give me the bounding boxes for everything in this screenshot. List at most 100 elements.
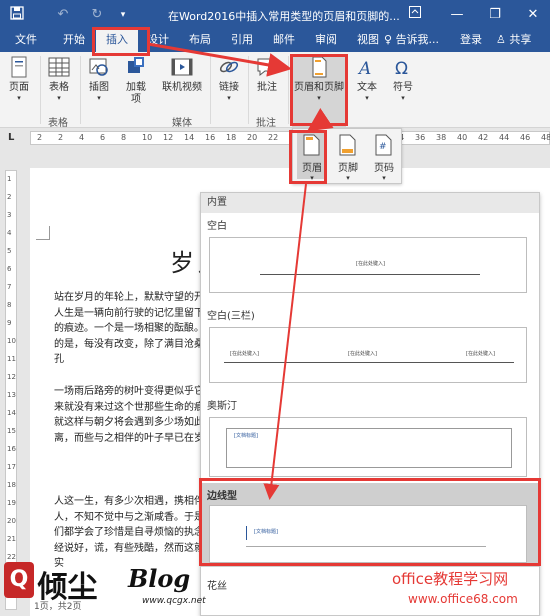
vertical-ruler[interactable]: 123456789101112131415161718192021222324 xyxy=(0,150,24,616)
group-label-media: 媒体 xyxy=(172,118,192,129)
gallery-item-label: 奥斯汀 xyxy=(207,401,237,412)
vruler-tick: 12 xyxy=(7,373,16,381)
group-separator xyxy=(80,56,81,124)
vruler-tick: 1 xyxy=(7,175,12,183)
symbols-button[interactable]: Ω 符号 ▾ xyxy=(388,55,418,102)
ruler-tick: 44 xyxy=(499,133,510,142)
tab-review[interactable]: 审阅 xyxy=(312,30,340,52)
restore-icon[interactable]: ❐ xyxy=(484,4,506,26)
group-separator xyxy=(288,56,289,124)
vruler-tick: 21 xyxy=(7,535,16,543)
ruler-tick: 2 xyxy=(58,133,64,142)
tab-view[interactable]: 视图 xyxy=(354,30,382,52)
window-title: 在Word2016中插入常用类型的页眉和页脚的... xyxy=(168,10,400,23)
vruler-tick: 7 xyxy=(7,283,12,291)
link-icon xyxy=(219,61,239,73)
tab-home[interactable]: 开始 xyxy=(60,30,88,52)
table-button[interactable]: 表格 ▾ xyxy=(44,55,74,102)
ruler-tick: 38 xyxy=(436,133,447,142)
gallery-item-label: 花丝 xyxy=(207,581,227,592)
blog-url: www.qcgx.net xyxy=(142,596,206,606)
brand-watermark: Q 倾尘 xyxy=(4,562,98,606)
minimize-icon[interactable]: — xyxy=(446,4,468,26)
tab-selector-icon[interactable]: L xyxy=(8,132,14,143)
links-button[interactable]: 链接 ▾ xyxy=(214,55,244,102)
highlight-insert-tab xyxy=(92,27,150,56)
text-button[interactable]: A 文本 ▾ xyxy=(352,55,382,102)
tab-mailings[interactable]: 邮件 xyxy=(270,30,298,52)
text-icon: A xyxy=(357,59,371,79)
ruler-tick: 14 xyxy=(184,133,195,142)
lightbulb-icon: ♀ xyxy=(384,33,393,46)
svg-text:Ω: Ω xyxy=(395,59,408,79)
vruler-tick: 22 xyxy=(7,553,16,561)
ribbon-tabs: 文件 开始 插入 设计 布局 引用 邮件 审阅 视图 ♀ 告诉我... 登录 ♙… xyxy=(0,30,550,52)
paragraph: 一场雨后路旁的树叶变得更似乎它们从来就没有来过这个世那些生命的痕迹，就这样与朝夕… xyxy=(54,386,224,444)
gallery-item-blank-three-column[interactable]: [在此处键入] [在此处键入] [在此处键入] xyxy=(209,327,527,383)
vruler-tick: 18 xyxy=(7,481,16,489)
save-icon[interactable] xyxy=(8,6,26,24)
margin-corner-mark xyxy=(36,226,50,240)
tab-layout[interactable]: 布局 xyxy=(186,30,214,52)
tell-me-label: 告诉我... xyxy=(395,33,440,46)
illustrations-button[interactable]: 插图 ▾ xyxy=(84,55,114,102)
vruler-tick: 3 xyxy=(7,211,12,219)
ruler-tick: 22 xyxy=(268,133,279,142)
gallery-item-austin[interactable]: [文档标题] xyxy=(209,417,527,477)
redo-icon[interactable]: ↻ xyxy=(88,6,106,24)
ruler-tick: 18 xyxy=(226,133,237,142)
ruler-tick: 2 xyxy=(37,133,43,142)
online-video-button[interactable]: 联机视频 xyxy=(158,55,206,94)
gallery-item-blank[interactable]: [在此处键入] xyxy=(209,237,527,293)
ruler-tick: 6 xyxy=(100,133,106,142)
horizontal-ruler[interactable]: L 22468101214161820222426283032343638404… xyxy=(0,128,550,150)
group-separator xyxy=(248,56,249,124)
ribbon-display-icon[interactable] xyxy=(404,4,426,26)
share-button[interactable]: ♙ 共享 xyxy=(496,30,531,52)
highlight-header-button xyxy=(289,130,327,184)
ruler-tick: 10 xyxy=(142,133,153,142)
vruler-tick: 11 xyxy=(7,355,16,363)
vruler-tick: 14 xyxy=(7,409,16,417)
austin-frame xyxy=(226,428,512,468)
person-icon: ♙ xyxy=(496,33,506,46)
header-rule xyxy=(224,362,514,363)
share-label: 共享 xyxy=(509,33,532,46)
group-label-table: 表格 xyxy=(48,118,68,129)
blog-watermark: Blog xyxy=(128,564,191,593)
tab-references[interactable]: 引用 xyxy=(228,30,256,52)
svg-text:#: # xyxy=(379,142,387,152)
comment-button[interactable]: + 批注 xyxy=(252,55,282,94)
page-number-button[interactable]: # 页码 ▾ xyxy=(369,133,399,182)
omega-icon: Ω xyxy=(395,59,408,79)
ruler-tick: 48 xyxy=(541,133,550,142)
login-link[interactable]: 登录 xyxy=(460,30,482,52)
add-ins-icon xyxy=(128,57,144,73)
comment-icon: + xyxy=(257,58,279,77)
highlight-header-footer-button xyxy=(290,54,348,126)
tab-file[interactable]: 文件 xyxy=(12,30,40,52)
customize-quick-access-icon[interactable]: ▾ xyxy=(114,6,132,24)
svg-text:+: + xyxy=(271,59,279,69)
illustrations-icon xyxy=(89,58,108,76)
vruler-tick: 20 xyxy=(7,517,16,525)
vruler-tick: 4 xyxy=(7,229,12,237)
tell-me-box[interactable]: ♀ 告诉我... xyxy=(384,30,439,52)
vruler-tick: 10 xyxy=(7,337,16,345)
vruler-tick: 19 xyxy=(7,499,16,507)
pages-button[interactable]: 页面 ▾ xyxy=(4,55,34,102)
vruler-tick: 8 xyxy=(7,301,12,309)
group-label-comments: 批注 xyxy=(256,118,276,129)
gallery-item-label: 空白(三栏) xyxy=(207,311,255,322)
close-icon[interactable]: ✕ xyxy=(522,4,544,26)
site-url: www.office68.com xyxy=(408,592,518,606)
ruler-tick: 4 xyxy=(79,133,85,142)
vruler-tick: 17 xyxy=(7,463,16,471)
undo-icon[interactable]: ↶ xyxy=(54,6,72,24)
vruler-tick: 5 xyxy=(7,247,12,255)
footer-button[interactable]: 页脚 ▾ xyxy=(333,133,363,182)
video-icon xyxy=(171,58,193,76)
add-ins-button[interactable]: 加载 项 xyxy=(120,55,152,106)
vruler-tick: 15 xyxy=(7,427,16,435)
table-icon xyxy=(48,57,70,77)
